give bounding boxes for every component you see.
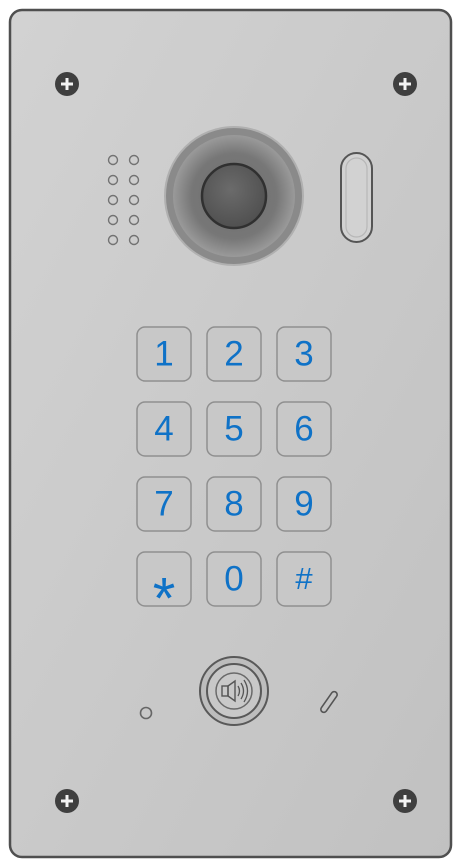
- call-button[interactable]: [199, 656, 269, 726]
- camera-icon: [164, 126, 304, 266]
- screw-icon: [393, 789, 417, 813]
- key-label: *: [153, 566, 176, 631]
- key-label: 1: [154, 334, 173, 373]
- intercom-page: 1 2 3 4 5 6 7 8 9 * 0 #: [0, 0, 461, 865]
- key-3[interactable]: 3: [276, 326, 332, 382]
- key-0[interactable]: 0: [206, 551, 262, 607]
- key-label: 6: [294, 409, 313, 448]
- key-7[interactable]: 7: [136, 476, 192, 532]
- key-label: 9: [294, 484, 313, 523]
- screw-icon: [55, 789, 79, 813]
- key-8[interactable]: 8: [206, 476, 262, 532]
- key-label: 4: [154, 409, 173, 448]
- key-2[interactable]: 2: [206, 326, 262, 382]
- key-label: 0: [224, 559, 243, 598]
- key-hash[interactable]: #: [276, 551, 332, 607]
- key-label: #: [295, 561, 313, 596]
- key-label: 5: [224, 409, 243, 448]
- key-label: 7: [154, 484, 173, 523]
- keypad: 1 2 3 4 5 6 7 8 9 * 0 #: [136, 326, 332, 631]
- key-5[interactable]: 5: [206, 401, 262, 457]
- key-1[interactable]: 1: [136, 326, 192, 382]
- key-6[interactable]: 6: [276, 401, 332, 457]
- key-label: 8: [224, 484, 243, 523]
- key-4[interactable]: 4: [136, 401, 192, 457]
- screw-icon: [393, 72, 417, 96]
- key-9[interactable]: 9: [276, 476, 332, 532]
- screw-icon: [55, 72, 79, 96]
- key-label: 2: [224, 334, 243, 373]
- key-label: 3: [294, 334, 313, 373]
- intercom-panel-svg: 1 2 3 4 5 6 7 8 9 * 0 #: [8, 8, 453, 859]
